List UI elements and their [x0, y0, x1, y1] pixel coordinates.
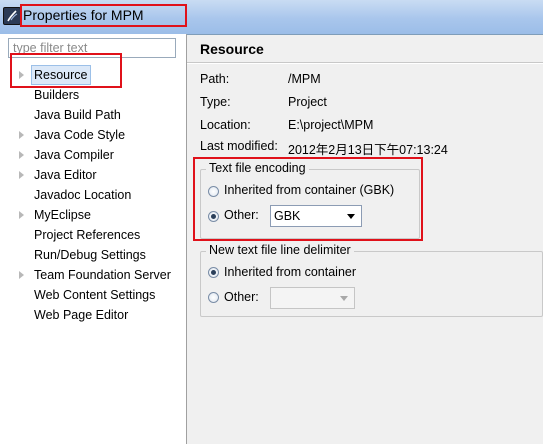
- expand-arrow-icon[interactable]: [19, 171, 24, 179]
- page-title: Resource: [200, 41, 264, 57]
- path-value: /MPM: [288, 72, 321, 86]
- tree-item-label: Java Editor: [34, 168, 97, 182]
- tree-item-label: Run/Debug Settings: [34, 248, 146, 262]
- delimiter-inherited-radio[interactable]: [208, 267, 219, 278]
- tree-item-label: Java Build Path: [34, 108, 121, 122]
- chevron-down-icon: [340, 296, 348, 301]
- delimiter-other-radio[interactable]: [208, 292, 219, 303]
- tree-item-label: Java Compiler: [34, 148, 114, 162]
- expand-arrow-icon[interactable]: [19, 271, 24, 279]
- tree-item-label: MyEclipse: [34, 208, 91, 222]
- type-value: Project: [288, 95, 327, 109]
- delimiter-select[interactable]: [270, 287, 355, 309]
- tree-item-label: Java Code Style: [34, 128, 126, 142]
- resource-highlight-box: [10, 53, 122, 88]
- modified-value: 2012年2月13日下午07:13:24: [288, 143, 448, 157]
- tree-item-label: Builders: [34, 88, 80, 102]
- type-label: Type:: [200, 95, 231, 109]
- title-highlight-box: [20, 4, 187, 27]
- tree-item-label: Team Foundation Server: [34, 268, 171, 282]
- path-label: Path:: [200, 72, 230, 86]
- delimiter-group: [200, 251, 543, 317]
- left-pane: Resource Builders Java Build Path Java C…: [0, 34, 187, 444]
- delimiter-group-title: New text file line delimiter: [206, 243, 354, 257]
- tree-item-label: Web Page Editor: [34, 308, 129, 322]
- delimiter-inherited-label[interactable]: Inherited from container: [224, 265, 356, 279]
- expand-arrow-icon[interactable]: [19, 211, 24, 219]
- modified-label: Last modified:: [200, 139, 278, 153]
- expand-arrow-icon[interactable]: [19, 151, 24, 159]
- location-label: Location:: [200, 118, 251, 132]
- tree-item-label: Web Content Settings: [34, 288, 156, 302]
- location-value: E:\project\MPM: [288, 118, 374, 132]
- encoding-highlight-box: [193, 157, 423, 241]
- app-icon: [3, 7, 21, 25]
- tree-item-label: Project References: [34, 228, 141, 242]
- title-bar: Properties for MPM: [0, 0, 543, 35]
- expand-arrow-icon[interactable]: [19, 131, 24, 139]
- title-separator: [187, 62, 543, 64]
- delimiter-other-label[interactable]: Other:: [224, 290, 259, 304]
- tree-item-label: Javadoc Location: [34, 188, 132, 202]
